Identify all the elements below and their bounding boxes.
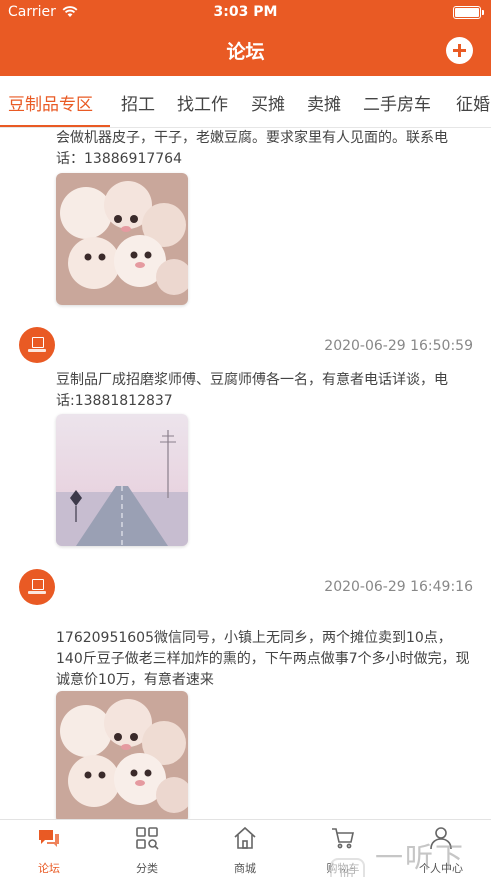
watermark: 听 一听下载 xyxy=(330,836,491,877)
home-icon xyxy=(234,826,256,849)
avatar[interactable] xyxy=(19,569,55,605)
avatar[interactable] xyxy=(19,327,55,363)
page-title: 论坛 xyxy=(226,41,265,63)
nav-bar: 论坛 xyxy=(0,26,491,76)
tabbar-label: 论坛 xyxy=(38,862,60,875)
tab-hiring[interactable]: 招工 xyxy=(121,90,155,115)
post-text: 会做机器皮子，干子，老嫩豆腐。要求家里有人见面的。联系电话：1388691776… xyxy=(56,130,448,167)
status-bar: Carrier 3:03 PM xyxy=(0,0,491,26)
post-text: 17620951605微信同号，小镇上无同乡，两个摊位卖到10点，140斤豆子做… xyxy=(56,630,470,688)
category-tabs: 豆制品专区 招工 找工作 买摊 卖摊 二手房车 征婚 xyxy=(0,76,491,128)
status-time: 3:03 PM xyxy=(213,4,278,20)
watermark-text: 一听下载 xyxy=(374,841,465,874)
tab-matchmaking[interactable]: 征婚 xyxy=(456,90,490,115)
post-image[interactable] xyxy=(56,173,188,305)
tabbar-label: 分类 xyxy=(136,862,158,875)
tabbar-label: 商城 xyxy=(234,862,256,875)
watermark-logo-icon: 听 xyxy=(330,858,365,877)
tab-soy-products[interactable]: 豆制品专区 xyxy=(8,90,93,115)
tab-find-job[interactable]: 找工作 xyxy=(177,90,228,115)
tab-buy-stall[interactable]: 买摊 xyxy=(251,90,285,115)
post-text: 豆制品厂成招磨浆师傅、豆腐师傅各一名，有意者电话详谈，电话:1388181283… xyxy=(56,372,448,409)
tab-second-hand-property[interactable]: 二手房车 xyxy=(363,90,431,115)
forum-feed[interactable]: 会做机器皮子，干子，老嫩豆腐。要求家里有人见面的。联系电话：1388691776… xyxy=(0,128,491,819)
post-image[interactable] xyxy=(56,414,188,546)
add-post-button[interactable] xyxy=(446,37,473,64)
post-image[interactable] xyxy=(56,691,188,819)
post-timestamp: 2020-06-29 16:50:59 xyxy=(324,338,473,354)
grid-search-icon xyxy=(136,827,159,850)
tab-sell-stall[interactable]: 卖摊 xyxy=(307,90,341,115)
battery-icon xyxy=(453,6,484,19)
tabbar-store[interactable]: 商城 xyxy=(196,820,294,877)
tabbar-forum[interactable]: 论坛 xyxy=(0,820,98,877)
tabbar-categories[interactable]: 分类 xyxy=(98,820,196,877)
post-timestamp: 2020-06-29 16:49:16 xyxy=(324,579,473,595)
chat-bubbles-icon xyxy=(39,830,59,847)
